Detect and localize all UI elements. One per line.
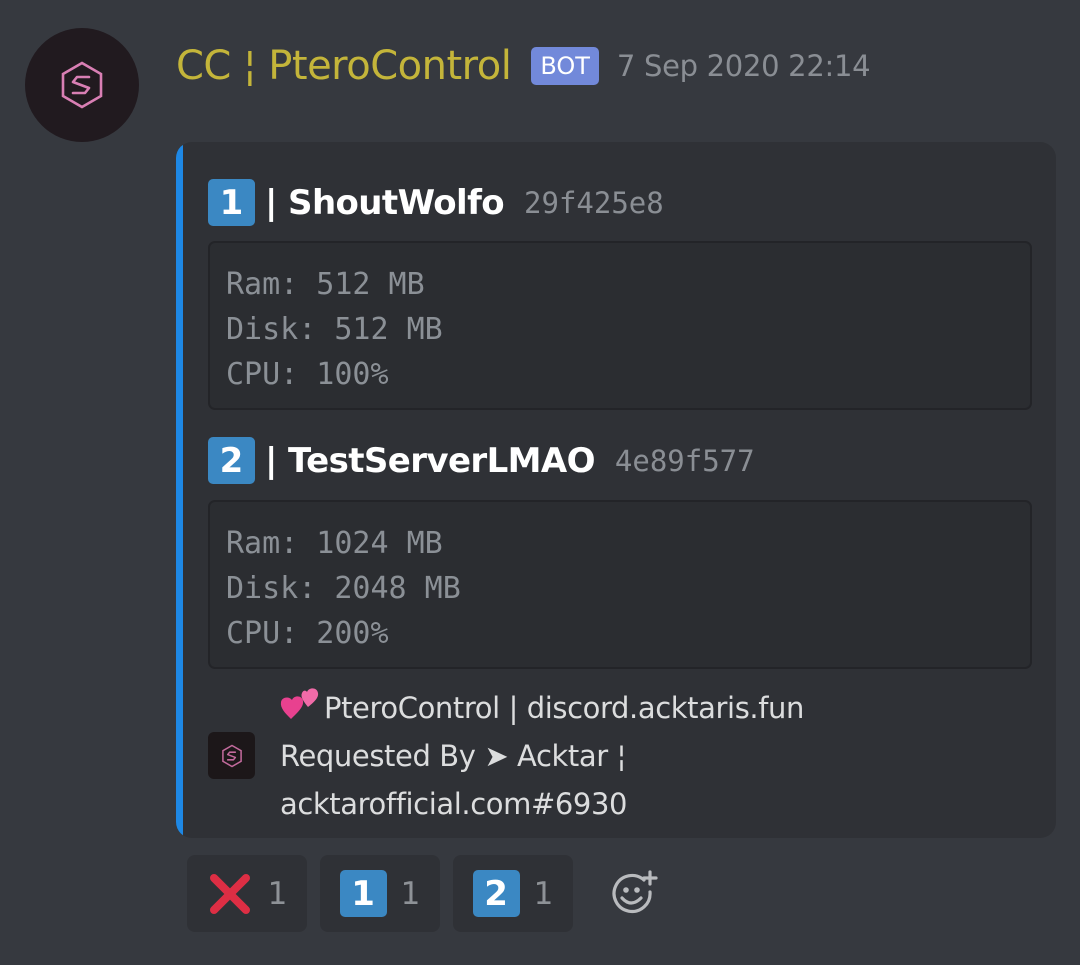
stat-disk: Disk: 2048 MB xyxy=(226,571,461,606)
message-embed: 1 | ShoutWolfo 29f425e8 Ram: 512 MB Disk… xyxy=(176,142,1056,838)
keycap-2-icon: 2 xyxy=(208,437,255,484)
server-stats-codeblock: Ram: 1024 MB Disk: 2048 MB CPU: 200% xyxy=(208,500,1032,669)
message-timestamp[interactable]: 7 Sep 2020 22:14 xyxy=(617,49,871,83)
footer-line-2: Requested By ➤ Acktar ¦ xyxy=(280,739,626,773)
keycap-2-icon: 2 xyxy=(472,870,520,917)
footer-icon xyxy=(208,732,255,779)
embed-accent-bar xyxy=(176,142,183,838)
server-name: | ShoutWolfo xyxy=(265,182,505,223)
reaction-count: 1 xyxy=(400,875,421,912)
server-stats-codeblock: Ram: 512 MB Disk: 512 MB CPU: 100% xyxy=(208,241,1032,410)
add-reaction-button[interactable] xyxy=(606,866,662,922)
reaction-keycap-2[interactable]: 2 1 xyxy=(453,855,573,932)
server-title: 2 | TestServerLMAO 4e89f577 xyxy=(208,437,755,484)
keycap-1-icon: 1 xyxy=(339,870,387,917)
stat-ram: Ram: 512 MB xyxy=(226,267,425,302)
stat-cpu: CPU: 100% xyxy=(226,357,389,392)
embed-footer-text: PteroControl | discord.acktaris.fun Requ… xyxy=(280,684,900,828)
reaction-cross[interactable]: 1 xyxy=(187,855,307,932)
pterocontrol-logo-icon xyxy=(61,61,103,109)
server-title: 1 | ShoutWolfo 29f425e8 xyxy=(208,179,664,226)
keycap-1-icon: 1 xyxy=(208,179,255,226)
stat-ram: Ram: 1024 MB xyxy=(226,526,443,561)
reaction-keycap-1[interactable]: 1 1 xyxy=(320,855,440,932)
reactions-bar: 1 1 1 2 1 xyxy=(187,855,662,932)
server-name: | TestServerLMAO xyxy=(265,440,596,481)
add-reaction-icon xyxy=(612,869,658,913)
two-hearts-icon xyxy=(280,688,319,719)
author-avatar[interactable] xyxy=(25,28,139,142)
reaction-count: 1 xyxy=(533,875,554,912)
cross-mark-icon xyxy=(207,870,254,917)
footer-line-1-text: PteroControl | discord.acktaris.fun xyxy=(324,691,804,725)
bot-tag: BOT xyxy=(531,47,599,85)
server-id: 29f425e8 xyxy=(524,185,664,220)
message-header: CC ¦ PteroControl BOT 7 Sep 2020 22:14 xyxy=(176,38,871,94)
footer-line-1: PteroControl | discord.acktaris.fun xyxy=(280,684,900,732)
reaction-count: 1 xyxy=(267,875,288,912)
author-name[interactable]: CC ¦ PteroControl xyxy=(176,43,512,89)
stat-cpu: CPU: 200% xyxy=(226,616,389,651)
pterocontrol-logo-icon xyxy=(221,744,242,767)
stat-disk: Disk: 512 MB xyxy=(226,312,443,347)
footer-line-3: acktarofficial.com#6930 xyxy=(280,787,628,821)
server-id: 4e89f577 xyxy=(614,443,755,478)
